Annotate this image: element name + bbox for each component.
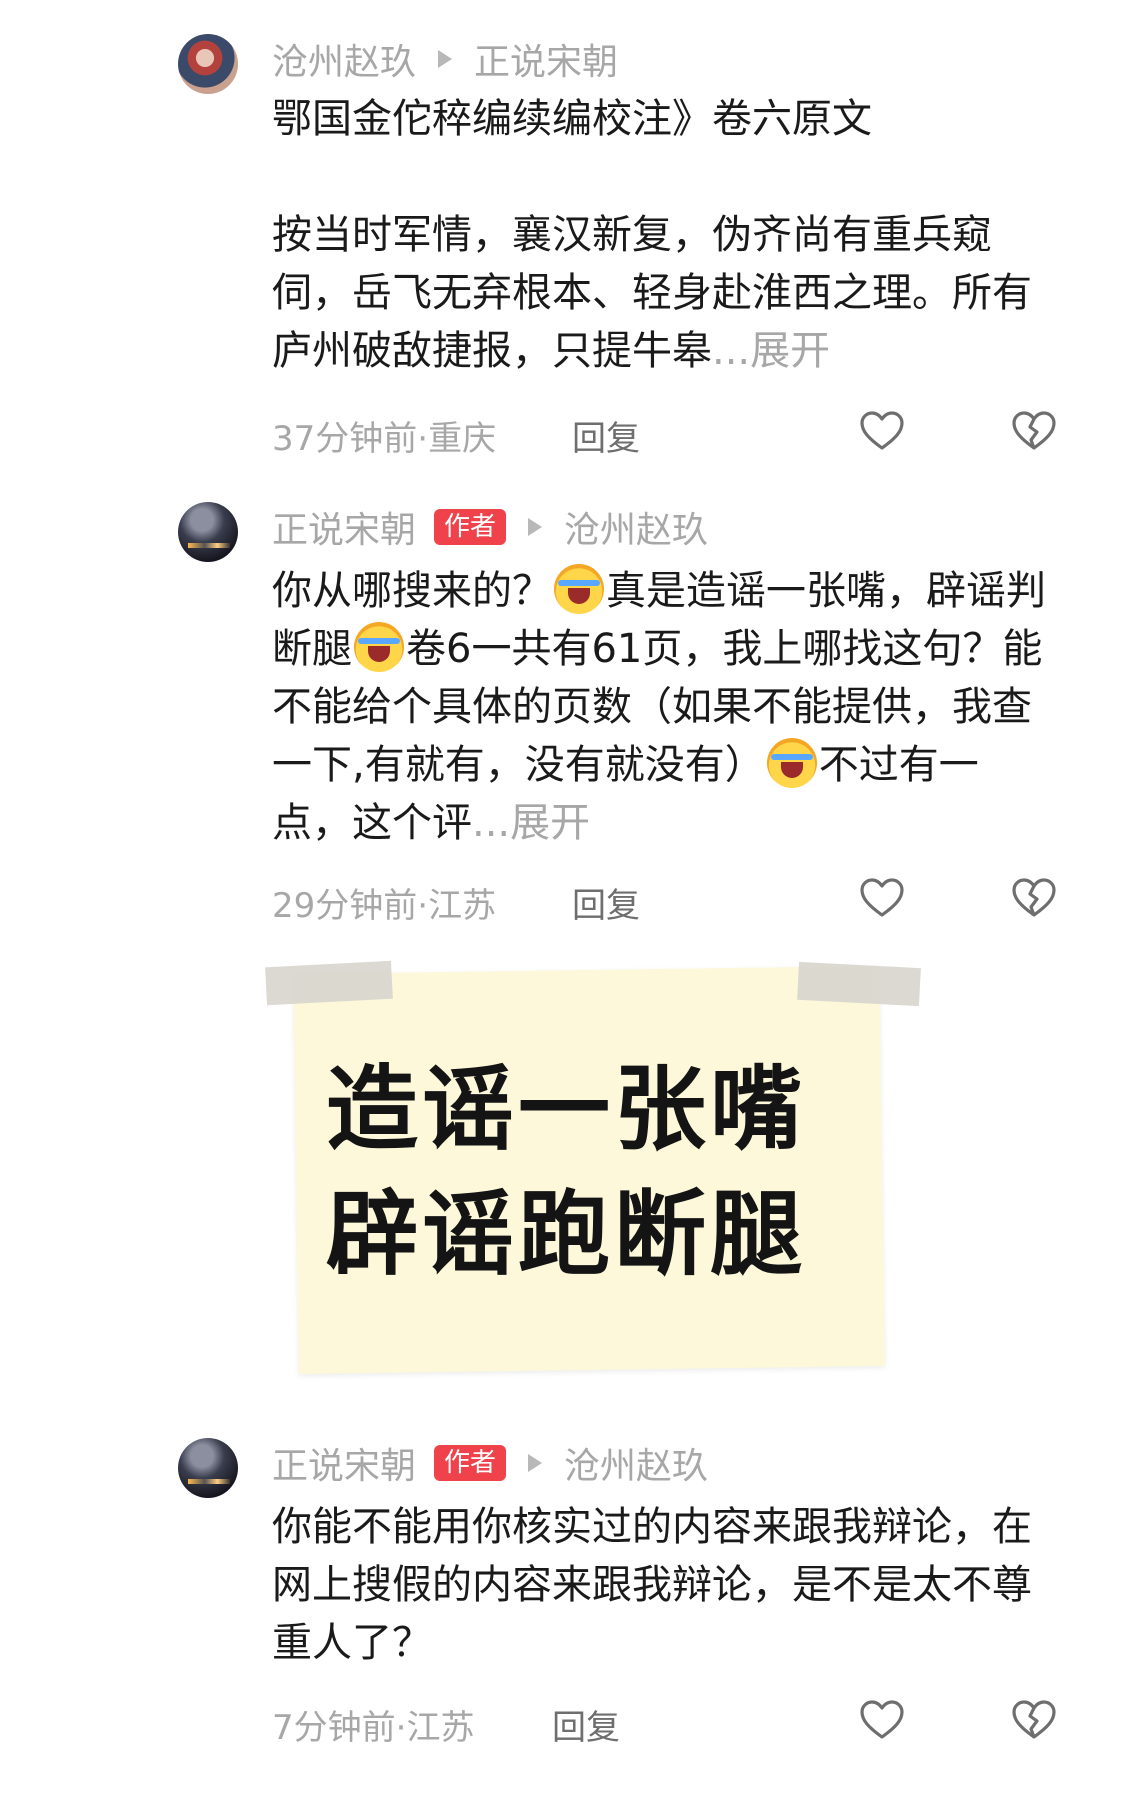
avatar[interactable]: [178, 1438, 238, 1498]
author-badge: 作者: [434, 1445, 507, 1481]
reply-arrow-icon: [528, 1454, 543, 1472]
dislike-broken-heart-icon[interactable]: [1010, 1696, 1058, 1744]
avatar[interactable]: [178, 34, 238, 94]
like-heart-icon[interactable]: [858, 874, 906, 922]
author-name[interactable]: 沧州赵玖: [272, 33, 416, 85]
sticky-note-line-2: 辟谣跑断腿: [326, 1181, 807, 1288]
dislike-broken-heart-icon[interactable]: [1010, 874, 1058, 922]
comment-footer: 7分钟前·江苏 回复: [272, 1696, 1128, 1748]
tape-strip: [797, 961, 921, 1007]
time-location: 37分钟前·重庆: [272, 419, 497, 459]
like-heart-icon[interactable]: [858, 1696, 906, 1744]
like-heart-icon[interactable]: [858, 407, 906, 455]
comment-header: 沧州赵玖 正说宋朝: [272, 35, 618, 83]
comment-header: 正说宋朝 作者 沧州赵玖: [272, 503, 708, 551]
comment-footer: 37分钟前·重庆 回复: [272, 407, 1128, 459]
comment-text: 鄂国金佗稡编续编校注》卷六原文 按当时军情，襄汉新复，伪齐尚有重兵窥伺，岳飞无弃…: [272, 96, 1032, 374]
author-name[interactable]: 正说宋朝: [272, 501, 416, 553]
expand-link[interactable]: ...展开: [712, 328, 830, 374]
time-location: 29分钟前·江苏: [272, 886, 497, 926]
comment-text: 你从哪搜来的？ 真是造谣一张嘴，辟谣判断腿 卷6一共有61页，我上哪找这句？能不能给…: [272, 562, 1052, 852]
author-name[interactable]: 正说宋朝: [272, 1437, 416, 1489]
reply-to-name[interactable]: 正说宋朝: [474, 33, 618, 85]
comment-header: 正说宋朝 作者 沧州赵玖: [272, 1439, 708, 1487]
reply-button[interactable]: 回复: [552, 1700, 620, 1749]
reply-button[interactable]: 回复: [572, 878, 640, 927]
dislike-broken-heart-icon[interactable]: [1010, 407, 1058, 455]
reply-arrow-icon: [438, 50, 453, 68]
author-badge: 作者: [434, 509, 507, 545]
reply-arrow-icon: [528, 518, 543, 536]
reply-button[interactable]: 回复: [572, 411, 640, 460]
tape-strip: [265, 960, 393, 1006]
reply-to-name[interactable]: 沧州赵玖: [564, 501, 708, 553]
avatar[interactable]: [178, 502, 238, 562]
expand-link[interactable]: ...展开: [472, 800, 590, 846]
laugh-cry-emoji-icon: [354, 622, 404, 672]
laugh-cry-emoji-icon: [766, 738, 817, 788]
reply-to-name[interactable]: 沧州赵玖: [564, 1437, 708, 1489]
comment-text: 你能不能用你核实过的内容来跟我辩论，在网上搜假的内容来跟我辩论，是不是太不尊重人…: [272, 1504, 1032, 1666]
time-location: 7分钟前·江苏: [272, 1708, 475, 1748]
laugh-cry-emoji-icon: [554, 564, 604, 614]
sticky-note-line-1: 造谣一张嘴: [326, 1056, 807, 1163]
comment-footer: 29分钟前·江苏 回复: [272, 874, 1128, 926]
